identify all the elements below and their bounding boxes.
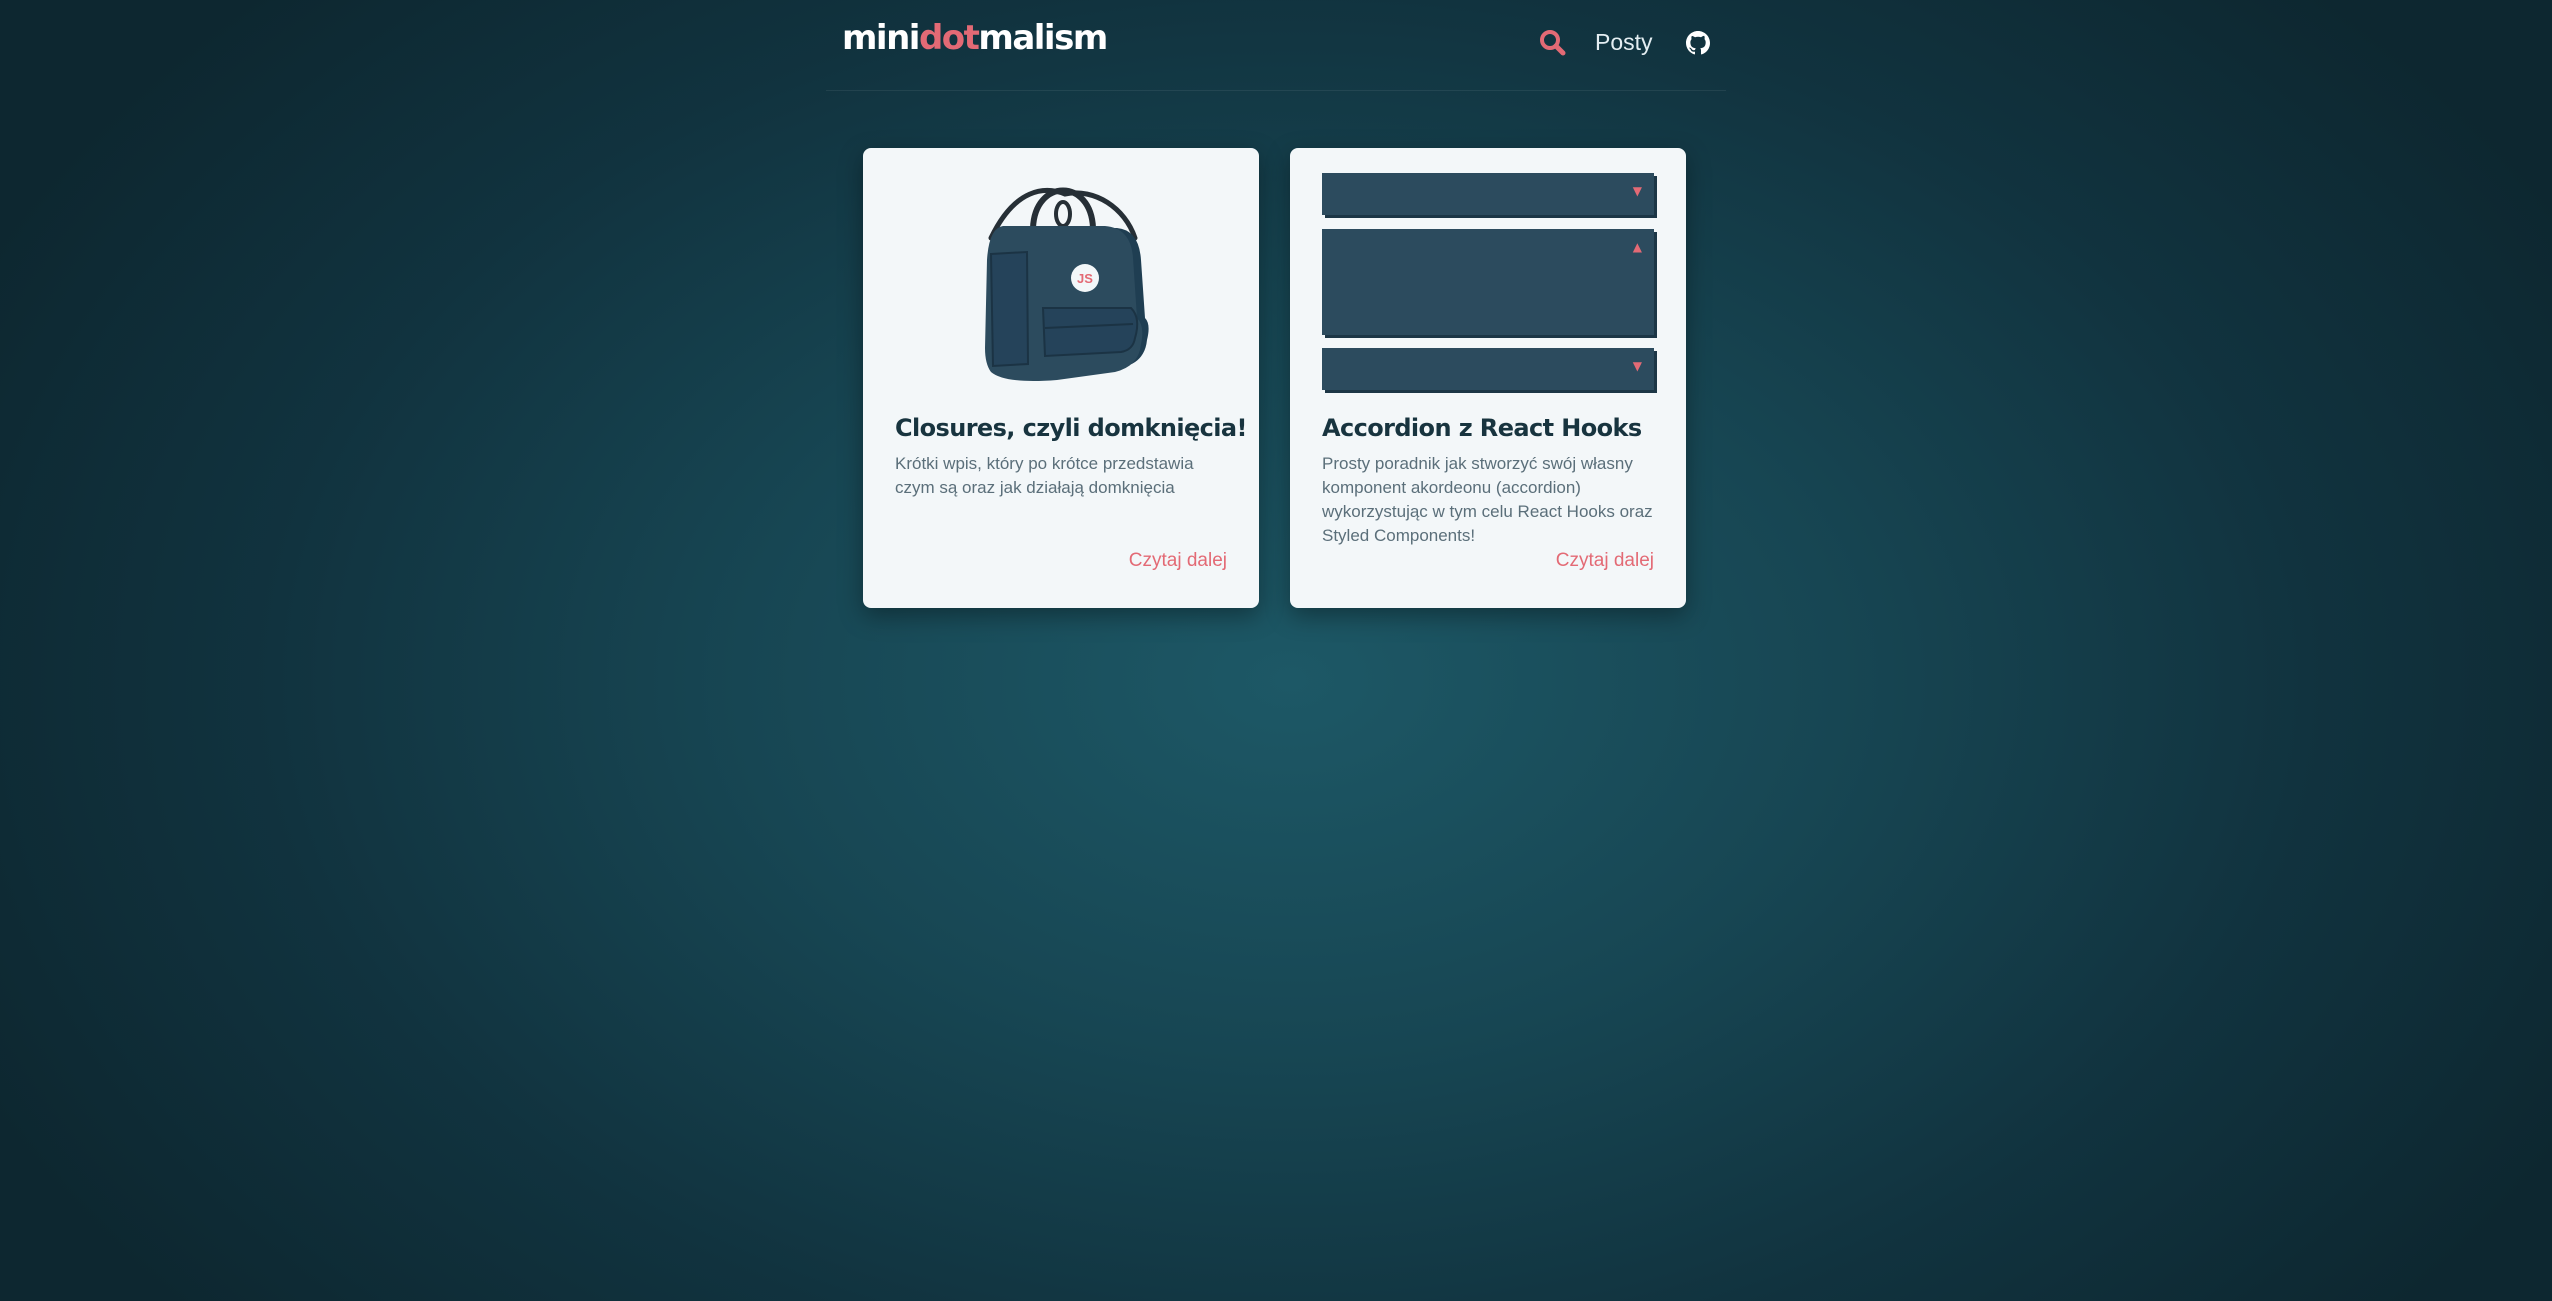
accordion-item-collapsed: ▼ bbox=[1322, 173, 1654, 215]
github-icon bbox=[1686, 31, 1710, 55]
accordion-illustration: ▼ ▲ ▼ bbox=[1322, 168, 1654, 390]
post-title[interactable]: Accordion z React Hooks bbox=[1322, 414, 1642, 442]
search-icon bbox=[1540, 30, 1566, 56]
logo-part-malism: malism bbox=[978, 18, 1108, 58]
js-badge-text: JS bbox=[1077, 271, 1093, 286]
read-more-link[interactable]: Czytaj dalej bbox=[1556, 550, 1654, 572]
backpack-illustration: JS bbox=[985, 187, 1149, 381]
logo-part-dot: dot bbox=[918, 18, 980, 58]
nav-link-posts[interactable]: Posty bbox=[1595, 29, 1653, 56]
post-thumbnail: ▼ ▲ ▼ bbox=[1322, 168, 1654, 390]
accordion-item-expanded: ▲ bbox=[1322, 229, 1654, 335]
read-more-link[interactable]: Czytaj dalej bbox=[1129, 550, 1227, 572]
arrow-down-icon: ▼ bbox=[1632, 184, 1642, 198]
arrow-up-icon: ▲ bbox=[1632, 240, 1642, 254]
site-logo[interactable]: minidotmalism bbox=[842, 18, 1108, 58]
accordion-item-collapsed: ▼ bbox=[1322, 348, 1654, 390]
logo-part-mini: mini bbox=[842, 18, 920, 58]
post-description: Krótki wpis, który po krótce przedstawia… bbox=[895, 454, 1194, 497]
arrow-down-icon: ▼ bbox=[1632, 359, 1642, 373]
post-title[interactable]: Closures, czyli domknięcia! bbox=[895, 414, 1247, 442]
post-thumbnail: JS bbox=[895, 168, 1227, 388]
site-header: minidotmalism Posty bbox=[826, 0, 1726, 91]
search-button[interactable] bbox=[1538, 28, 1568, 58]
post-card[interactable]: ▼ ▲ ▼ Accordion z React Hooks Prosty por… bbox=[1290, 148, 1686, 608]
github-link[interactable] bbox=[1686, 31, 1710, 55]
post-description: Prosty poradnik jak stworzyć swój własny… bbox=[1322, 454, 1653, 545]
post-card[interactable]: JS Closures, czyli domknięcia! Krótki wp… bbox=[863, 148, 1259, 608]
